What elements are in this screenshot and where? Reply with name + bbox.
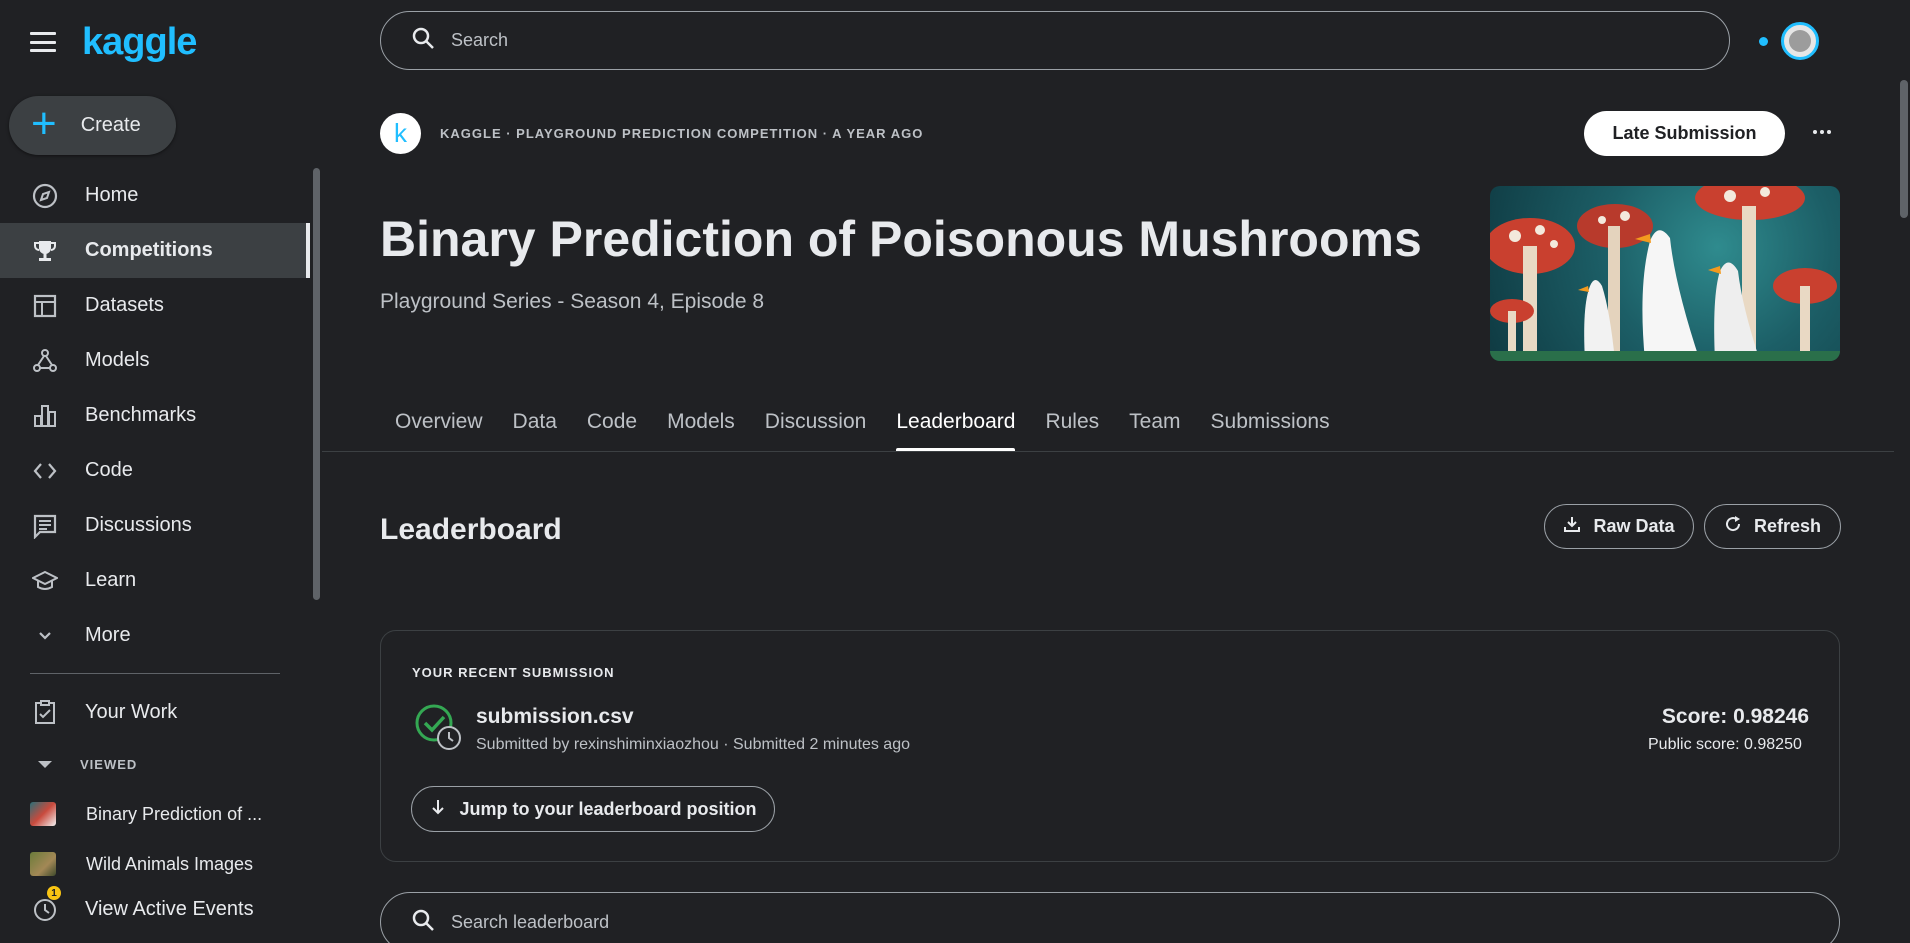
- view-active-events[interactable]: 1 View Active Events: [30, 886, 254, 927]
- sidebar-item-label: Your Work: [85, 700, 178, 723]
- sidebar: kaggle + Create Home Competitions Datase…: [0, 0, 322, 943]
- models-icon: [30, 346, 60, 376]
- tabs-divider: [322, 451, 1894, 452]
- plus-icon: +: [31, 98, 57, 148]
- leaderboard-search[interactable]: [380, 892, 1840, 943]
- avatar[interactable]: [1781, 22, 1819, 60]
- school-icon: [30, 566, 60, 596]
- events-count-badge: 1: [47, 886, 61, 900]
- submission-complete-icon: [414, 703, 462, 751]
- page-title: Binary Prediction of Poisonous Mushrooms: [380, 211, 1422, 267]
- page-subtitle: Playground Series - Season 4, Episode 8: [380, 290, 765, 313]
- tab-overview[interactable]: Overview: [380, 400, 498, 452]
- search-input[interactable]: [451, 30, 1651, 51]
- tab-code[interactable]: Code: [572, 400, 652, 452]
- refresh-icon: [1724, 515, 1742, 538]
- tab-team[interactable]: Team: [1114, 400, 1195, 452]
- sidebar-item-label: Models: [85, 349, 150, 371]
- create-button[interactable]: + Create: [9, 96, 176, 155]
- sidebar-item-learn[interactable]: Learn: [0, 553, 310, 608]
- create-label: Create: [80, 114, 141, 136]
- comment-icon: [30, 511, 60, 541]
- sidebar-item-label: Discussions: [85, 514, 192, 536]
- jump-to-position-button[interactable]: Jump to your leaderboard position: [411, 786, 775, 832]
- sidebar-item-label: Code: [85, 459, 133, 481]
- bar-chart-icon: [30, 401, 60, 431]
- sidebar-item-label: More: [85, 624, 131, 646]
- tab-leaderboard[interactable]: Leaderboard: [881, 400, 1030, 452]
- viewed-item-label: Wild Animals Images: [86, 853, 254, 874]
- sidebar-item-models[interactable]: Models: [0, 333, 310, 388]
- sidebar-scrollbar[interactable]: [313, 168, 320, 600]
- host-logo[interactable]: k: [380, 113, 421, 154]
- brand: kaggle: [30, 20, 197, 64]
- competition-tabs: Overview Data Code Models Discussion Lea…: [380, 400, 1345, 452]
- competition-thumbnail: [30, 802, 56, 826]
- viewed-item[interactable]: Binary Prediction of ...: [30, 799, 262, 829]
- notification-dot: [1759, 37, 1768, 46]
- viewed-section-toggle[interactable]: VIEWED: [30, 754, 137, 774]
- refresh-label: Refresh: [1753, 516, 1822, 536]
- sidebar-item-label: Competitions: [85, 239, 213, 261]
- clock-icon: 1: [30, 886, 61, 924]
- sidebar-item-code[interactable]: Code: [0, 443, 310, 498]
- leaderboard-title: Leaderboard: [380, 513, 562, 546]
- viewed-label: VIEWED: [80, 756, 138, 772]
- trophy-icon: [30, 236, 60, 266]
- table-icon: [30, 291, 60, 321]
- clipboard-icon: [30, 697, 60, 727]
- sidebar-item-label: Home: [85, 184, 139, 206]
- raw-data-button[interactable]: Raw Data: [1544, 504, 1694, 549]
- tab-rules[interactable]: Rules: [1030, 400, 1114, 452]
- caret-down-icon: [38, 760, 52, 768]
- late-submission-button[interactable]: Late Submission: [1584, 111, 1785, 156]
- events-label: View Active Events: [85, 897, 254, 920]
- global-search[interactable]: [380, 11, 1730, 70]
- sidebar-item-datasets[interactable]: Datasets: [0, 278, 310, 333]
- leaderboard-search-input[interactable]: [451, 911, 1751, 933]
- refresh-button[interactable]: Refresh: [1704, 504, 1841, 549]
- raw-data-label: Raw Data: [1593, 516, 1675, 536]
- recent-submission-card: YOUR RECENT SUBMISSION submission.csv Su…: [380, 630, 1840, 862]
- sidebar-divider: [30, 673, 280, 674]
- recent-submission-label: YOUR RECENT SUBMISSION: [412, 665, 615, 680]
- chevron-down-icon: [30, 621, 60, 651]
- code-icon: [30, 456, 60, 486]
- download-icon: [1563, 515, 1581, 538]
- sidebar-item-discussions[interactable]: Discussions: [0, 498, 310, 553]
- viewed-item-label: Binary Prediction of ...: [86, 803, 263, 824]
- page-scrollbar[interactable]: [1900, 80, 1908, 218]
- competition-meta: KAGGLE · PLAYGROUND PREDICTION COMPETITI…: [440, 126, 924, 141]
- tab-models[interactable]: Models: [652, 400, 750, 452]
- tab-discussion[interactable]: Discussion: [750, 400, 882, 452]
- more-options-icon[interactable]: [1808, 118, 1836, 146]
- dataset-thumbnail: [30, 852, 56, 876]
- search-icon: [411, 908, 435, 937]
- sidebar-item-label: Benchmarks: [85, 404, 197, 426]
- kaggle-logo[interactable]: kaggle: [82, 21, 197, 64]
- arrow-down-icon: [429, 798, 447, 821]
- sidebar-item-home[interactable]: Home: [0, 168, 310, 223]
- sidebar-item-your-work[interactable]: Your Work: [30, 692, 177, 732]
- menu-icon[interactable]: [30, 32, 56, 52]
- sidebar-item-label: Learn: [85, 569, 137, 591]
- sidebar-item-benchmarks[interactable]: Benchmarks: [0, 388, 310, 443]
- submission-score: Score: 0.98246: [1661, 705, 1809, 728]
- tab-data[interactable]: Data: [498, 400, 572, 452]
- search-icon: [411, 26, 435, 55]
- sidebar-nav: Home Competitions Datasets Models Benchm…: [0, 168, 310, 663]
- sidebar-item-competitions[interactable]: Competitions: [0, 223, 310, 278]
- submission-public-score: Public score: 0.98250: [1648, 736, 1802, 753]
- viewed-item[interactable]: Wild Animals Images: [30, 849, 253, 879]
- avatar-image: [1789, 30, 1811, 52]
- tab-submissions[interactable]: Submissions: [1196, 400, 1345, 452]
- submission-meta: Submitted by rexinshiminxiaozhou · Submi…: [476, 736, 910, 753]
- competition-banner-image: [1490, 186, 1840, 361]
- sidebar-item-more[interactable]: More: [0, 608, 310, 663]
- sidebar-item-label: Datasets: [85, 294, 164, 316]
- compass-icon: [30, 181, 60, 211]
- submission-file-name[interactable]: submission.csv: [476, 705, 634, 729]
- jump-label: Jump to your leaderboard position: [459, 798, 757, 819]
